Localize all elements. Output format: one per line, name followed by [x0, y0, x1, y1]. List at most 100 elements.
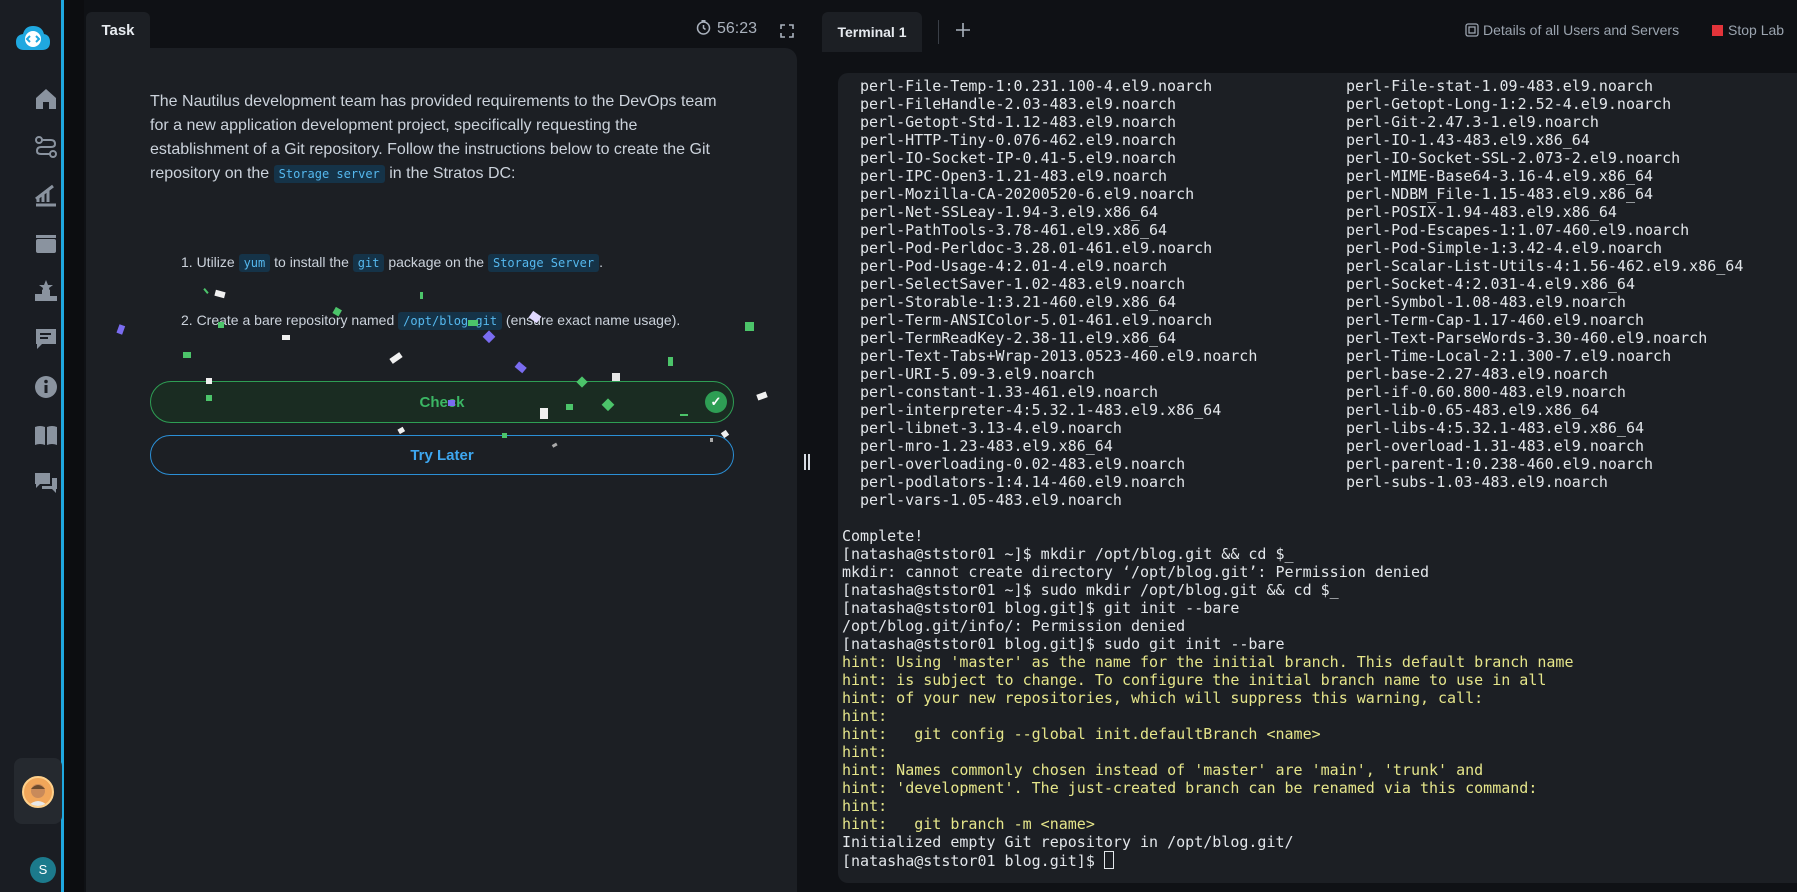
package-name: perl-FileHandle-2.03-483.el9.noarch — [860, 95, 1177, 113]
info-icon[interactable] — [33, 374, 59, 400]
avatar-face-icon — [28, 784, 48, 806]
terminal-prompt-line[interactable]: [natasha@ststor01 blog.git]$ — [842, 851, 1743, 870]
expand-icon[interactable] — [780, 24, 794, 38]
tab-terminal-1[interactable]: Terminal 1 — [822, 12, 922, 52]
package-name: perl-parent-1:0.238-460.el9.noarch — [1346, 455, 1654, 473]
user-initial-badge[interactable]: S — [30, 857, 56, 883]
package-row: perl-Pod-Perldoc-3.28.01-461.el9.noarch p… — [842, 239, 1743, 257]
package-row: perl-IPC-Open3-1.21-483.el9.noarch perl-M… — [842, 167, 1743, 185]
film-icon[interactable] — [33, 230, 59, 256]
package-name: perl-HTTP-Tiny-0.076-462.el9.noarch — [860, 131, 1177, 149]
package-name: perl-Term-Cap-1.17-460.el9.noarch — [1346, 311, 1645, 329]
package-row: perl-Getopt-Std-1.12-483.el9.noarch perl-… — [842, 113, 1743, 131]
package-row: perl-URI-5.09-3.el9.noarch perl-base-2.27… — [842, 365, 1743, 383]
terminal-line: [natasha@ststor01 ~]$ sudo mkdir /opt/bl… — [842, 581, 1339, 599]
avatar[interactable] — [22, 776, 54, 808]
package-name: perl-libs-4:5.32.1-483.el9.x86_64 — [1346, 419, 1645, 437]
terminal-hint-line: hint: git branch -m <name> — [842, 815, 1095, 833]
terminal-hint-line: hint: 'development'. The just-created br… — [842, 779, 1538, 797]
package-name: perl-IO-Socket-IP-0.41-5.el9.noarch — [860, 149, 1177, 167]
try-later-label: Try Later — [410, 447, 474, 464]
terminal-hint-line: hint: Names commonly chosen instead of '… — [842, 761, 1484, 779]
package-name: perl-if-0.60.800-483.el9.noarch — [1346, 383, 1626, 401]
package-name: perl-IO-1.43-483.el9.x86_64 — [1346, 131, 1590, 149]
package-name: perl-Getopt-Std-1.12-483.el9.noarch — [860, 113, 1177, 131]
book-icon[interactable] — [33, 422, 59, 448]
terminal-line: [natasha@ststor01 blog.git]$ sudo git in… — [842, 635, 1285, 653]
route-icon[interactable] — [33, 134, 59, 160]
package-name: perl-Scalar-List-Utils-4:1.56-462.el9.x8… — [1346, 257, 1744, 275]
terminal-window[interactable]: perl-File-Temp-1:0.231.100-4.el9.noarch p… — [838, 73, 1797, 883]
package-row: perl-mro-1.23-483.el9.x86_64 perl-overloa… — [842, 437, 1743, 455]
package-row: perl-PathTools-3.78-461.el9.x86_64 perl-P… — [842, 221, 1743, 239]
checkmark-icon: ✓ — [705, 391, 727, 413]
package-row: perl-Storable-1:3.21-460.el9.x86_64 perl-… — [842, 293, 1743, 311]
chat-icon[interactable] — [33, 470, 59, 496]
package-name: perl-subs-1.03-483.el9.noarch — [1346, 473, 1608, 491]
terminal-line: /opt/blog.git/info/: Permission denied — [842, 617, 1186, 635]
package-row: perl-File-Temp-1:0.231.100-4.el9.noarch p… — [842, 77, 1743, 95]
package-name: perl-File-Temp-1:0.231.100-4.el9.noarch — [860, 77, 1213, 95]
package-row: perl-IO-Socket-IP-0.41-5.el9.noarch perl-… — [842, 149, 1743, 167]
stop-lab-button[interactable]: Stop Lab — [1712, 22, 1784, 38]
package-row: perl-Mozilla-CA-20200520-6.el9.noarch per… — [842, 185, 1743, 203]
sidebar: S — [0, 0, 64, 892]
terminal-line: mkdir: cannot create directory ‘/opt/blo… — [842, 563, 1429, 581]
details-users-servers-link[interactable]: Details of all Users and Servers — [1465, 22, 1679, 38]
package-name: perl-TermReadKey-2.38-11.el9.x86_64 — [860, 329, 1177, 347]
package-name: perl-Term-ANSIColor-5.01-461.el9.noarch — [860, 311, 1213, 329]
terminal-hint-line: hint: of your new repositories, which wi… — [842, 689, 1484, 707]
leaderboard-icon[interactable] — [33, 278, 59, 304]
package-name: perl-Socket-4:2.031-4.el9.x86_64 — [1346, 275, 1635, 293]
package-name: perl-Pod-Perldoc-3.28.01-461.el9.noarch — [860, 239, 1213, 257]
package-name: perl-MIME-Base64-3.16-4.el9.x86_64 — [1346, 167, 1654, 185]
terminal-prompt: [natasha@ststor01 blog.git]$ — [842, 852, 1104, 870]
terminal-line: Complete! — [842, 527, 924, 545]
feedback-icon[interactable] — [33, 326, 59, 352]
terminal-output: perl-File-Temp-1:0.231.100-4.el9.noarch p… — [842, 77, 1743, 870]
package-name: perl-Time-Local-2:1.300-7.el9.noarch — [1346, 347, 1672, 365]
new-terminal-button[interactable] — [956, 18, 970, 42]
plus-icon — [956, 23, 970, 37]
package-row: perl-FileHandle-2.03-483.el9.noarch perl-… — [842, 95, 1743, 113]
package-name: perl-Text-Tabs+Wrap-2013.0523-460.el9.no… — [860, 347, 1258, 365]
package-name: perl-File-stat-1.09-483.el9.noarch — [1346, 77, 1654, 95]
package-row: perl-interpreter-4:5.32.1-483.el9.x86_64… — [842, 401, 1743, 419]
panel-resize-handle[interactable] — [803, 452, 811, 472]
storage-server-tag: Storage server — [273, 165, 385, 183]
step-1: 1. Utilize yum to install the git packag… — [181, 254, 604, 272]
package-name: perl-podlators-1:4.14-460.el9.noarch — [860, 473, 1186, 491]
package-name: perl-SelectSaver-1.02-483.el9.noarch — [860, 275, 1186, 293]
package-name: perl-constant-1.33-461.el9.noarch — [860, 383, 1159, 401]
logo-icon[interactable] — [14, 24, 52, 54]
progress-icon[interactable] — [33, 182, 59, 208]
package-name: perl-URI-5.09-3.el9.noarch — [860, 365, 1095, 383]
package-row: perl-vars-1.05-483.el9.noarch — [842, 491, 1743, 509]
package-name: perl-overload-1.31-483.el9.noarch — [1346, 437, 1645, 455]
timer-icon — [696, 20, 711, 35]
package-name: perl-overloading-0.02-483.el9.noarch — [860, 455, 1186, 473]
terminal-cursor — [1103, 851, 1114, 869]
package-name: perl-Pod-Escapes-1:1.07-460.el9.noarch — [1346, 221, 1690, 239]
check-button-label: Check — [419, 394, 465, 411]
package-name: perl-PathTools-3.78-461.el9.x86_64 — [860, 221, 1168, 239]
try-later-button[interactable]: Try Later — [150, 435, 734, 475]
package-row: perl-Text-Tabs+Wrap-2013.0523-460.el9.no… — [842, 347, 1743, 365]
tab-task[interactable]: Task — [86, 12, 150, 48]
panel-gap — [64, 0, 84, 892]
package-row: perl-overloading-0.02-483.el9.noarch perl… — [842, 455, 1743, 473]
package-name: perl-Mozilla-CA-20200520-6.el9.noarch — [860, 185, 1195, 203]
package-name: perl-Symbol-1.08-483.el9.noarch — [1346, 293, 1626, 311]
home-icon[interactable] — [33, 86, 59, 112]
terminal-hint-line: hint: — [842, 707, 888, 725]
step-2: 2. Create a bare repository named /opt/b… — [181, 312, 681, 330]
package-row: perl-podlators-1:4.14-460.el9.noarch perl… — [842, 473, 1743, 491]
check-button[interactable]: Check ✓ — [150, 381, 734, 423]
package-row: perl-Pod-Usage-4:2.01-4.el9.noarch perl-S… — [842, 257, 1743, 275]
timer-value: 56:23 — [717, 20, 758, 37]
package-name: perl-NDBM_File-1.15-483.el9.x86_64 — [1346, 185, 1654, 203]
package-name: perl-libnet-3.13-4.el9.noarch — [860, 419, 1122, 437]
package-name: perl-lib-0.65-483.el9.x86_64 — [1346, 401, 1599, 419]
package-name: perl-base-2.27-483.el9.noarch — [1346, 365, 1608, 383]
